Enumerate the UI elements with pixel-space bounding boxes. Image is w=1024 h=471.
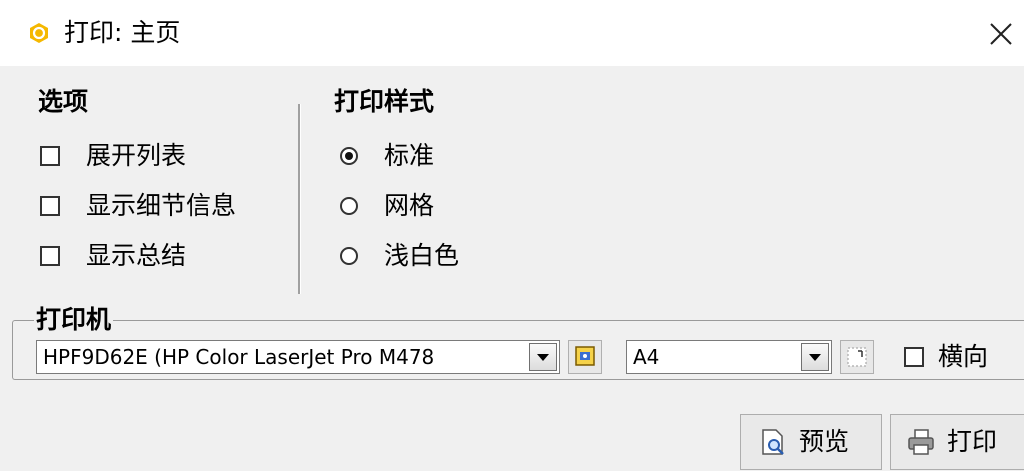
page-setup-icon xyxy=(847,347,867,367)
print-preview-icon xyxy=(762,429,784,455)
expand-list-label: 展开列表 xyxy=(86,141,187,170)
close-button[interactable] xyxy=(980,10,1024,56)
radio-dot[interactable] xyxy=(340,247,358,265)
printer-select-value: HPF9D62E (HP Color LaserJet Pro M478 xyxy=(43,345,435,369)
landscape-checkbox[interactable]: 横向 xyxy=(904,341,988,373)
show-details-label: 显示细节信息 xyxy=(86,191,237,220)
printer-properties-button[interactable] xyxy=(568,340,602,374)
checkbox-box[interactable] xyxy=(40,196,60,216)
radio-dot[interactable] xyxy=(340,147,358,165)
print-label: 打印 xyxy=(947,427,998,456)
paper-size-value: A4 xyxy=(633,345,660,369)
style-standard-label: 标准 xyxy=(384,141,435,170)
show-details-checkbox[interactable]: 显示细节信息 xyxy=(40,190,236,222)
printer-group-title: 打印机 xyxy=(34,304,114,336)
window-title: 打印: 主页 xyxy=(64,18,181,47)
style-light-white-label: 浅白色 xyxy=(384,241,460,270)
radio-dot[interactable] xyxy=(340,197,358,215)
section-divider xyxy=(298,104,301,294)
printer-select[interactable]: HPF9D62E (HP Color LaserJet Pro M478 xyxy=(36,340,560,374)
print-button[interactable]: 打印 xyxy=(890,414,1024,470)
checkbox-box[interactable] xyxy=(904,347,924,367)
preview-label: 预览 xyxy=(799,427,850,456)
checkbox-box[interactable] xyxy=(40,146,60,166)
print-style-title: 打印样式 xyxy=(334,87,435,116)
checkbox-box[interactable] xyxy=(40,246,60,266)
expand-list-checkbox[interactable]: 展开列表 xyxy=(40,140,186,172)
landscape-label: 横向 xyxy=(938,342,989,371)
page-setup-button[interactable] xyxy=(840,340,874,374)
title-bar: 打印: 主页 xyxy=(0,0,1024,66)
hexagon-logo-icon xyxy=(30,23,48,43)
preview-button[interactable]: 预览 xyxy=(740,414,882,470)
options-title: 选项 xyxy=(38,87,89,116)
close-icon xyxy=(990,23,1012,45)
printer-properties-icon xyxy=(575,346,595,366)
printer-icon xyxy=(908,429,934,455)
style-standard-radio[interactable]: 标准 xyxy=(340,140,434,172)
style-grid-label: 网格 xyxy=(384,191,435,220)
show-summary-checkbox[interactable]: 显示总结 xyxy=(40,240,186,272)
style-light-white-radio[interactable]: 浅白色 xyxy=(340,240,459,272)
show-summary-label: 显示总结 xyxy=(86,241,187,270)
style-grid-radio[interactable]: 网格 xyxy=(340,190,434,222)
paper-size-select[interactable]: A4 xyxy=(626,340,832,374)
chevron-down-icon[interactable] xyxy=(529,343,557,371)
chevron-down-icon[interactable] xyxy=(801,343,829,371)
